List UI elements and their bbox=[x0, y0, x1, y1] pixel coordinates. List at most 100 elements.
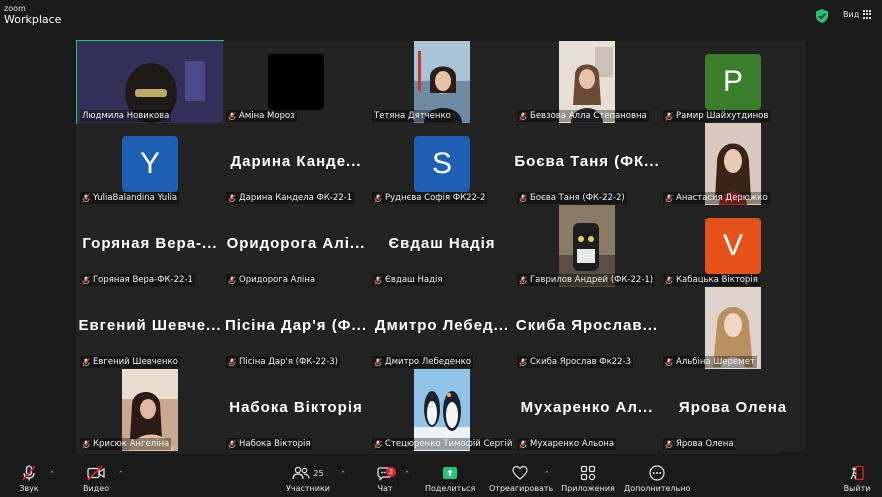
participant-name: Бевзова Алла Степановна bbox=[530, 111, 647, 121]
mic-muted-icon bbox=[519, 439, 527, 449]
participant-tile[interactable]: Мухаренко Ал... Мухаренко Альона bbox=[514, 369, 660, 451]
participant-tile[interactable]: Бевзова Алла Степановна bbox=[514, 41, 660, 123]
participant-tile[interactable]: P Рамир Шайхутдинов bbox=[660, 41, 806, 123]
participant-tile[interactable]: Альбіна Шеремет bbox=[660, 287, 806, 369]
participant-tile[interactable]: Пісіна Дар'я (Ф... Пісіна Дар'я (ФК-22-3) bbox=[223, 287, 369, 369]
view-label: Вид bbox=[843, 10, 860, 19]
participant-avatar: Y bbox=[122, 136, 178, 192]
participant-display-name: Мухаренко Ал... bbox=[520, 399, 654, 416]
react-options-chevron-icon[interactable]: ⌃ bbox=[544, 470, 550, 478]
mic-muted-icon bbox=[82, 439, 90, 449]
participant-tile[interactable]: Евгений Шевче... Евгений Шевченко bbox=[77, 287, 223, 369]
participant-name: Евгений Шевченко bbox=[93, 357, 178, 367]
participant-name-tag: YuliaBalandina Yulia bbox=[80, 192, 180, 204]
video-options-chevron-icon[interactable]: ⌃ bbox=[118, 470, 124, 478]
participant-tile[interactable]: Дарина Канде... Дарина Кандела ФК-22-1 bbox=[223, 123, 369, 205]
share-screen-icon bbox=[443, 467, 457, 479]
participant-tile[interactable]: Оридорога Алі... Оридорога Аліна bbox=[223, 205, 369, 287]
participant-name-tag: Альбіна Шеремет bbox=[663, 356, 757, 368]
zoom-logo: zoom Workplace bbox=[4, 4, 61, 26]
participant-name: Людмила Новикова bbox=[82, 111, 170, 121]
brand-small-text: zoom bbox=[4, 4, 26, 13]
participant-tile[interactable]: Стецюренко Тимофій Сергійо... bbox=[369, 369, 515, 451]
participant-tile[interactable]: Євдаш Надія Євдаш Надія bbox=[369, 205, 515, 287]
audio-button[interactable]: Звук bbox=[14, 465, 44, 493]
participant-tile[interactable]: Дмитро Лебед... Дмитро Лебеденко bbox=[369, 287, 515, 369]
mic-muted-icon bbox=[665, 111, 673, 121]
participant-display-name: Горяная Вера-... bbox=[82, 235, 218, 252]
mic-muted-icon bbox=[374, 357, 382, 367]
share-label: Поделиться bbox=[425, 484, 476, 493]
video-button[interactable]: Видео bbox=[80, 465, 112, 493]
participant-tile[interactable]: Набока Вікторія Набока Вікторія bbox=[223, 369, 369, 451]
participant-name: Гаврилов Андрей (ФК-22-1) bbox=[530, 275, 654, 285]
react-button[interactable]: Отреагировать bbox=[489, 465, 554, 493]
participant-avatar: V bbox=[705, 218, 761, 274]
participant-tile[interactable]: V Кабацька Вікторія bbox=[660, 205, 806, 287]
participant-tile[interactable]: Крисюк Ангеліна bbox=[77, 369, 223, 451]
participant-display-name: Скиба Ярослав... bbox=[515, 317, 659, 334]
participant-tile[interactable]: Людмила Новикова bbox=[76, 40, 224, 124]
participant-name: Руднєва Софія ФК22-2 bbox=[385, 193, 486, 203]
participant-tile[interactable]: Гаврилов Андрей (ФК-22-1) bbox=[514, 205, 660, 287]
participant-display-name: Дмитро Лебед... bbox=[374, 317, 510, 334]
participant-tile[interactable]: Горяная Вера-... Горяная Вера-ФК-22-1 bbox=[77, 205, 223, 287]
participants-options-chevron-icon[interactable]: ⌃ bbox=[340, 470, 346, 478]
mic-muted-icon bbox=[665, 357, 673, 367]
react-label: Отреагировать bbox=[489, 484, 554, 493]
participant-name: Пісіна Дар'я (ФК-22-3) bbox=[239, 357, 338, 367]
participant-name: Горяная Вера-ФК-22-1 bbox=[93, 275, 193, 285]
participant-name: Дмитро Лебеденко bbox=[385, 357, 471, 367]
participant-display-name: Ярова Олена bbox=[678, 399, 788, 416]
participant-name: YuliaBalandina Yulia bbox=[93, 193, 178, 203]
chat-unread-badge: 2 bbox=[386, 467, 396, 477]
participant-video-off bbox=[268, 54, 324, 110]
participant-name-tag: Людмила Новикова bbox=[80, 110, 172, 122]
apps-label: Приложения bbox=[561, 484, 615, 493]
participant-name: Крисюк Ангеліна bbox=[93, 439, 170, 449]
camera-off-icon bbox=[87, 465, 105, 481]
mic-muted-icon bbox=[519, 111, 527, 121]
participant-avatar: P bbox=[705, 54, 761, 110]
mic-muted-icon bbox=[82, 275, 90, 285]
apps-button[interactable]: Приложения bbox=[561, 465, 615, 493]
participant-tile[interactable]: Боєва Таня (ФК... Боєва Таня (ФК-22-2) bbox=[514, 123, 660, 205]
chat-button[interactable]: 2 Чат bbox=[372, 465, 398, 493]
participant-display-name: Дарина Канде... bbox=[230, 153, 362, 170]
participant-name-tag: Аміна Мороз bbox=[226, 110, 297, 122]
participant-tile[interactable]: Анастасия Дерюжко bbox=[660, 123, 806, 205]
leave-button[interactable]: Выйти bbox=[841, 465, 873, 493]
participant-name-tag: Ярова Олена bbox=[663, 438, 736, 450]
participant-tile[interactable]: Тетяна Дятченко bbox=[369, 41, 515, 123]
video-label: Видео bbox=[82, 484, 110, 493]
participant-tile[interactable]: Скиба Ярослав... Скиба Ярослав Фк22-3 bbox=[514, 287, 660, 369]
shield-icon[interactable] bbox=[816, 9, 828, 23]
participant-display-name: Боєва Таня (ФК... bbox=[514, 153, 660, 170]
participant-tile[interactable]: Ярова Олена Ярова Олена bbox=[660, 369, 806, 451]
mic-muted-icon bbox=[374, 193, 382, 203]
participant-name-tag: Гаврилов Андрей (ФК-22-1) bbox=[517, 274, 656, 286]
mic-muted-icon bbox=[519, 193, 527, 203]
participant-name-tag: Мухаренко Альона bbox=[517, 438, 617, 450]
heart-icon bbox=[512, 465, 528, 480]
audio-options-chevron-icon[interactable]: ⌃ bbox=[49, 470, 55, 478]
mic-muted-icon bbox=[665, 439, 673, 449]
view-button[interactable]: Вид bbox=[843, 10, 872, 19]
participant-name-tag: Анастасия Дерюжко bbox=[663, 192, 770, 204]
chat-options-chevron-icon[interactable]: ⌃ bbox=[404, 470, 410, 478]
participant-name-tag: Кабацька Вікторія bbox=[663, 274, 760, 286]
participant-tile[interactable]: Y YuliaBalandina Yulia bbox=[77, 123, 223, 205]
participants-button[interactable]: 25 Участники bbox=[284, 465, 332, 493]
participant-name: Аміна Мороз bbox=[239, 111, 295, 121]
participant-tile[interactable]: S Руднєва Софія ФК22-2 bbox=[369, 123, 515, 205]
participant-name: Євдаш Надія bbox=[385, 275, 443, 285]
participant-tile[interactable]: Аміна Мороз bbox=[223, 41, 369, 123]
mic-muted-icon bbox=[82, 193, 90, 203]
participant-name: Дарина Кандела ФК-22-1 bbox=[239, 193, 353, 203]
share-screen-button[interactable]: Поделиться bbox=[425, 465, 475, 493]
gallery-view: Людмила Новикова Аміна Мороз Тетяна Дятчен… bbox=[76, 40, 806, 454]
participant-name-tag: Рамир Шайхутдинов bbox=[663, 110, 771, 122]
more-button[interactable]: Дополнительно bbox=[624, 465, 690, 493]
participant-avatar: S bbox=[414, 136, 470, 192]
participant-name-tag: Руднєва Софія ФК22-2 bbox=[372, 192, 488, 204]
